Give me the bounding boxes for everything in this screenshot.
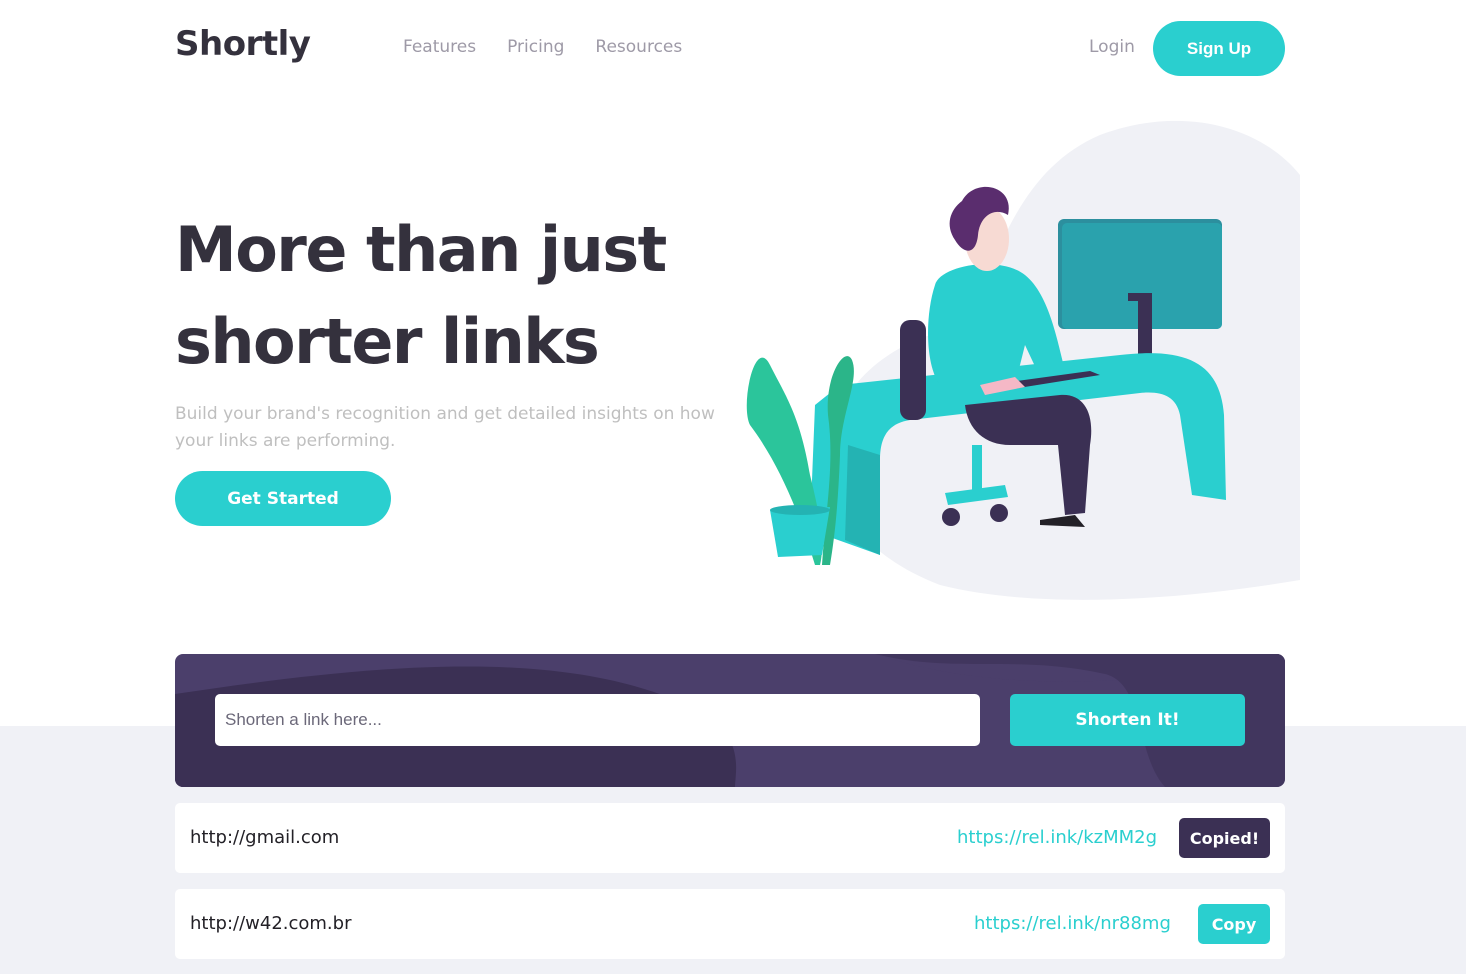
shorten-button[interactable]: Shorten It! (1010, 694, 1245, 746)
login-link[interactable]: Login (1089, 37, 1135, 57)
working-illustration (746, 120, 1300, 600)
original-url: http://gmail.com (190, 827, 340, 848)
sign-up-button[interactable]: Sign Up (1153, 21, 1285, 76)
hero-subtitle: Build your brand's recognition and get d… (175, 404, 715, 451)
result-row: http://gmail.com https://rel.ink/kzMM2g … (175, 803, 1285, 873)
hero-title-line-1: More than just (175, 213, 667, 286)
hero-title: More than just shorter links (175, 204, 735, 388)
original-url: http://w42.com.br (190, 913, 352, 934)
nav-link-resources[interactable]: Resources (595, 37, 682, 57)
shorten-panel: Shorten It! (175, 654, 1285, 787)
copy-button[interactable]: Copy (1198, 904, 1270, 944)
nav-link-features[interactable]: Features (403, 37, 476, 57)
copy-button[interactable]: Copied! (1179, 818, 1270, 858)
nav-link-pricing[interactable]: Pricing (507, 37, 564, 57)
short-url-link[interactable]: https://rel.ink/nr88mg (974, 913, 1171, 934)
hero-title-line-2: shorter links (175, 305, 600, 378)
main-nav: Features Pricing Resources (403, 37, 682, 57)
logo[interactable]: Shortly (175, 24, 311, 64)
short-url-link[interactable]: https://rel.ink/kzMM2g (957, 827, 1157, 848)
result-row: http://w42.com.br https://rel.ink/nr88mg… (175, 889, 1285, 959)
shorten-url-input[interactable] (215, 694, 980, 746)
get-started-button[interactable]: Get Started (175, 471, 391, 526)
